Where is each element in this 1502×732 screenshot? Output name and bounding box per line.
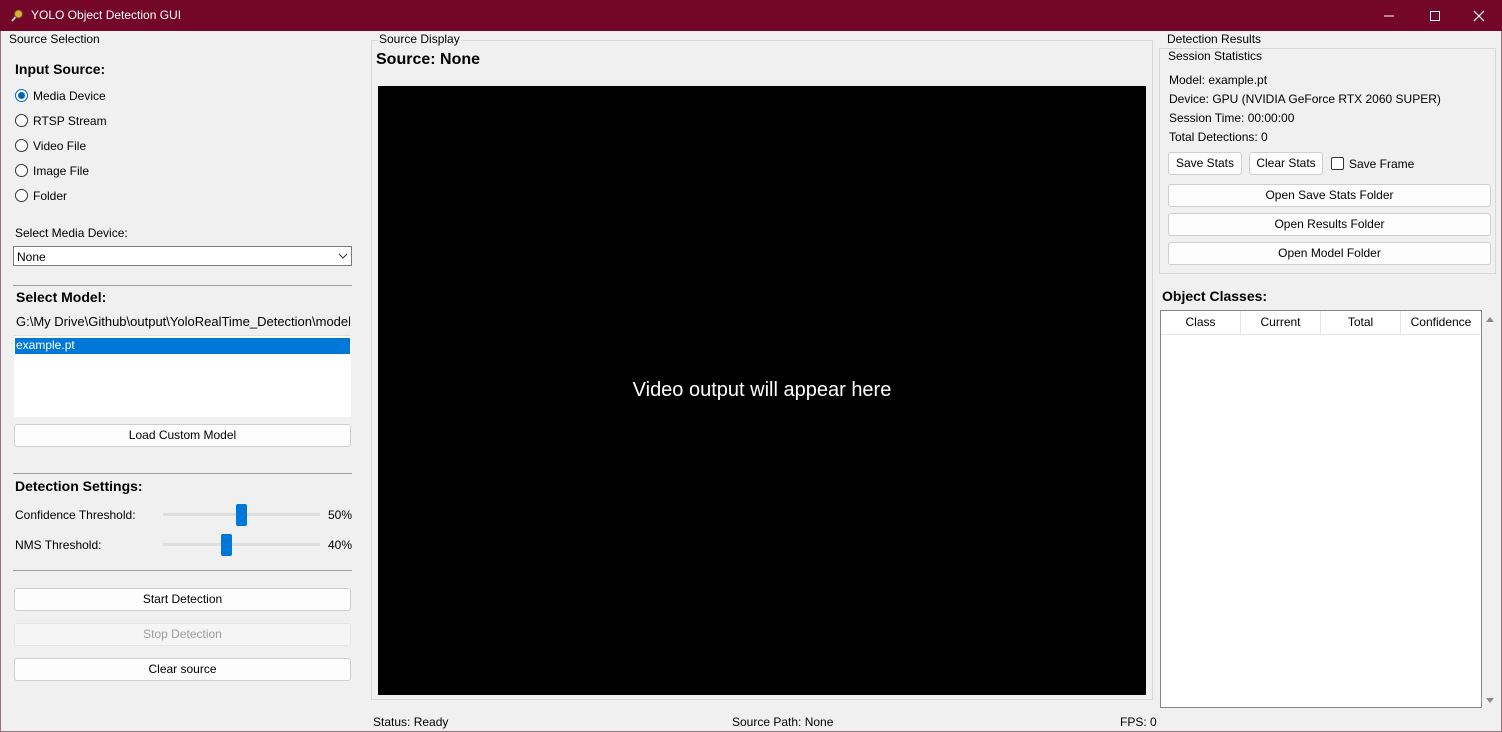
- list-item-selected[interactable]: example.pt: [15, 338, 350, 354]
- radio-label: Media Device: [33, 89, 106, 103]
- input-source-heading: Input Source:: [15, 61, 106, 77]
- model-path: G:\My Drive\Github\output\YoloRealTime_D…: [16, 314, 350, 329]
- video-display: Video output will appear here: [378, 86, 1146, 695]
- divider: [13, 285, 352, 286]
- source-path-text: Source Path: None: [732, 715, 834, 729]
- radio-indicator: [15, 164, 28, 177]
- slider-thumb[interactable]: [236, 504, 247, 526]
- stop-detection-button[interactable]: Stop Detection: [14, 623, 351, 646]
- title-bar: YOLO Object Detection GUI: [0, 0, 1502, 31]
- column-header-class[interactable]: Class: [1161, 311, 1241, 335]
- maximize-button[interactable]: [1412, 0, 1458, 31]
- divider: [13, 570, 352, 571]
- column-header-total[interactable]: Total: [1321, 311, 1401, 335]
- session-time: Session Time: 00:00:00: [1169, 111, 1295, 125]
- video-placeholder-text: Video output will appear here: [632, 379, 892, 401]
- detection-results-label: Detection Results: [1166, 32, 1263, 46]
- app-icon: [11, 9, 23, 22]
- device-info: Device: GPU (NVIDIA GeForce RTX 2060 SUP…: [1169, 92, 1441, 106]
- media-device-label: Select Media Device:: [15, 226, 128, 240]
- save-frame-checkbox[interactable]: [1331, 157, 1344, 170]
- session-statistics-label: Session Statistics: [1167, 49, 1264, 63]
- start-detection-button[interactable]: Start Detection: [14, 588, 351, 611]
- status-text: Status: Ready: [373, 715, 449, 729]
- confidence-threshold-value: 50%: [328, 508, 353, 522]
- minimize-icon: [1384, 15, 1394, 17]
- close-button[interactable]: [1456, 0, 1502, 31]
- fps-text: FPS: 0: [1120, 715, 1157, 729]
- radio-label: Folder: [33, 189, 68, 203]
- minimize-button[interactable]: [1366, 0, 1412, 31]
- media-device-value: None: [17, 250, 46, 264]
- source-title: Source: None: [376, 51, 481, 68]
- column-header-current[interactable]: Current: [1241, 311, 1321, 335]
- slider-thumb[interactable]: [221, 534, 232, 556]
- media-device-select[interactable]: None: [13, 246, 352, 266]
- source-display-label: Source Display: [378, 32, 461, 46]
- total-detections: Total Detections: 0: [1169, 130, 1268, 144]
- radio-label: Video File: [33, 139, 87, 153]
- clear-source-button[interactable]: Clear source: [14, 658, 351, 681]
- open-save-stats-folder-button[interactable]: Open Save Stats Folder: [1168, 184, 1491, 207]
- load-custom-model-button[interactable]: Load Custom Model: [14, 424, 351, 447]
- maximize-icon: [1430, 11, 1440, 21]
- scroll-down-icon[interactable]: [1485, 697, 1495, 705]
- column-header-confidence[interactable]: Confidence: [1401, 311, 1481, 335]
- window-title: YOLO Object Detection GUI: [31, 8, 182, 22]
- nms-threshold-label: NMS Threshold:: [15, 538, 102, 552]
- open-model-folder-button[interactable]: Open Model Folder: [1168, 242, 1491, 265]
- radio-label: Image File: [33, 164, 90, 178]
- divider: [13, 473, 352, 474]
- clear-stats-button[interactable]: Clear Stats: [1249, 152, 1323, 175]
- radio-indicator: [15, 114, 28, 127]
- confidence-threshold-slider[interactable]: [163, 504, 320, 526]
- chevron-down-icon: [338, 253, 348, 259]
- model-list[interactable]: example.pt: [14, 335, 351, 417]
- model-info: Model: example.pt: [1169, 73, 1268, 87]
- save-frame-label: Save Frame: [1349, 157, 1415, 171]
- radio-indicator: [15, 89, 28, 102]
- detection-settings-heading: Detection Settings:: [15, 478, 143, 494]
- radio-indicator: [15, 189, 28, 202]
- slider-track: [163, 543, 320, 546]
- radio-indicator: [15, 139, 28, 152]
- source-selection-label: Source Selection: [8, 32, 101, 46]
- close-icon: [1473, 10, 1485, 22]
- open-results-folder-button[interactable]: Open Results Folder: [1168, 213, 1491, 236]
- object-classes-table[interactable]: Class Current Total Confidence: [1160, 310, 1482, 708]
- save-stats-button[interactable]: Save Stats: [1168, 152, 1242, 175]
- nms-threshold-value: 40%: [328, 538, 353, 552]
- scroll-up-icon[interactable]: [1485, 315, 1495, 323]
- select-model-heading: Select Model:: [16, 289, 107, 305]
- nms-threshold-slider[interactable]: [163, 534, 320, 556]
- radio-label: RTSP Stream: [33, 114, 107, 128]
- confidence-threshold-label: Confidence Threshold:: [15, 508, 136, 522]
- object-classes-heading: Object Classes:: [1162, 288, 1268, 304]
